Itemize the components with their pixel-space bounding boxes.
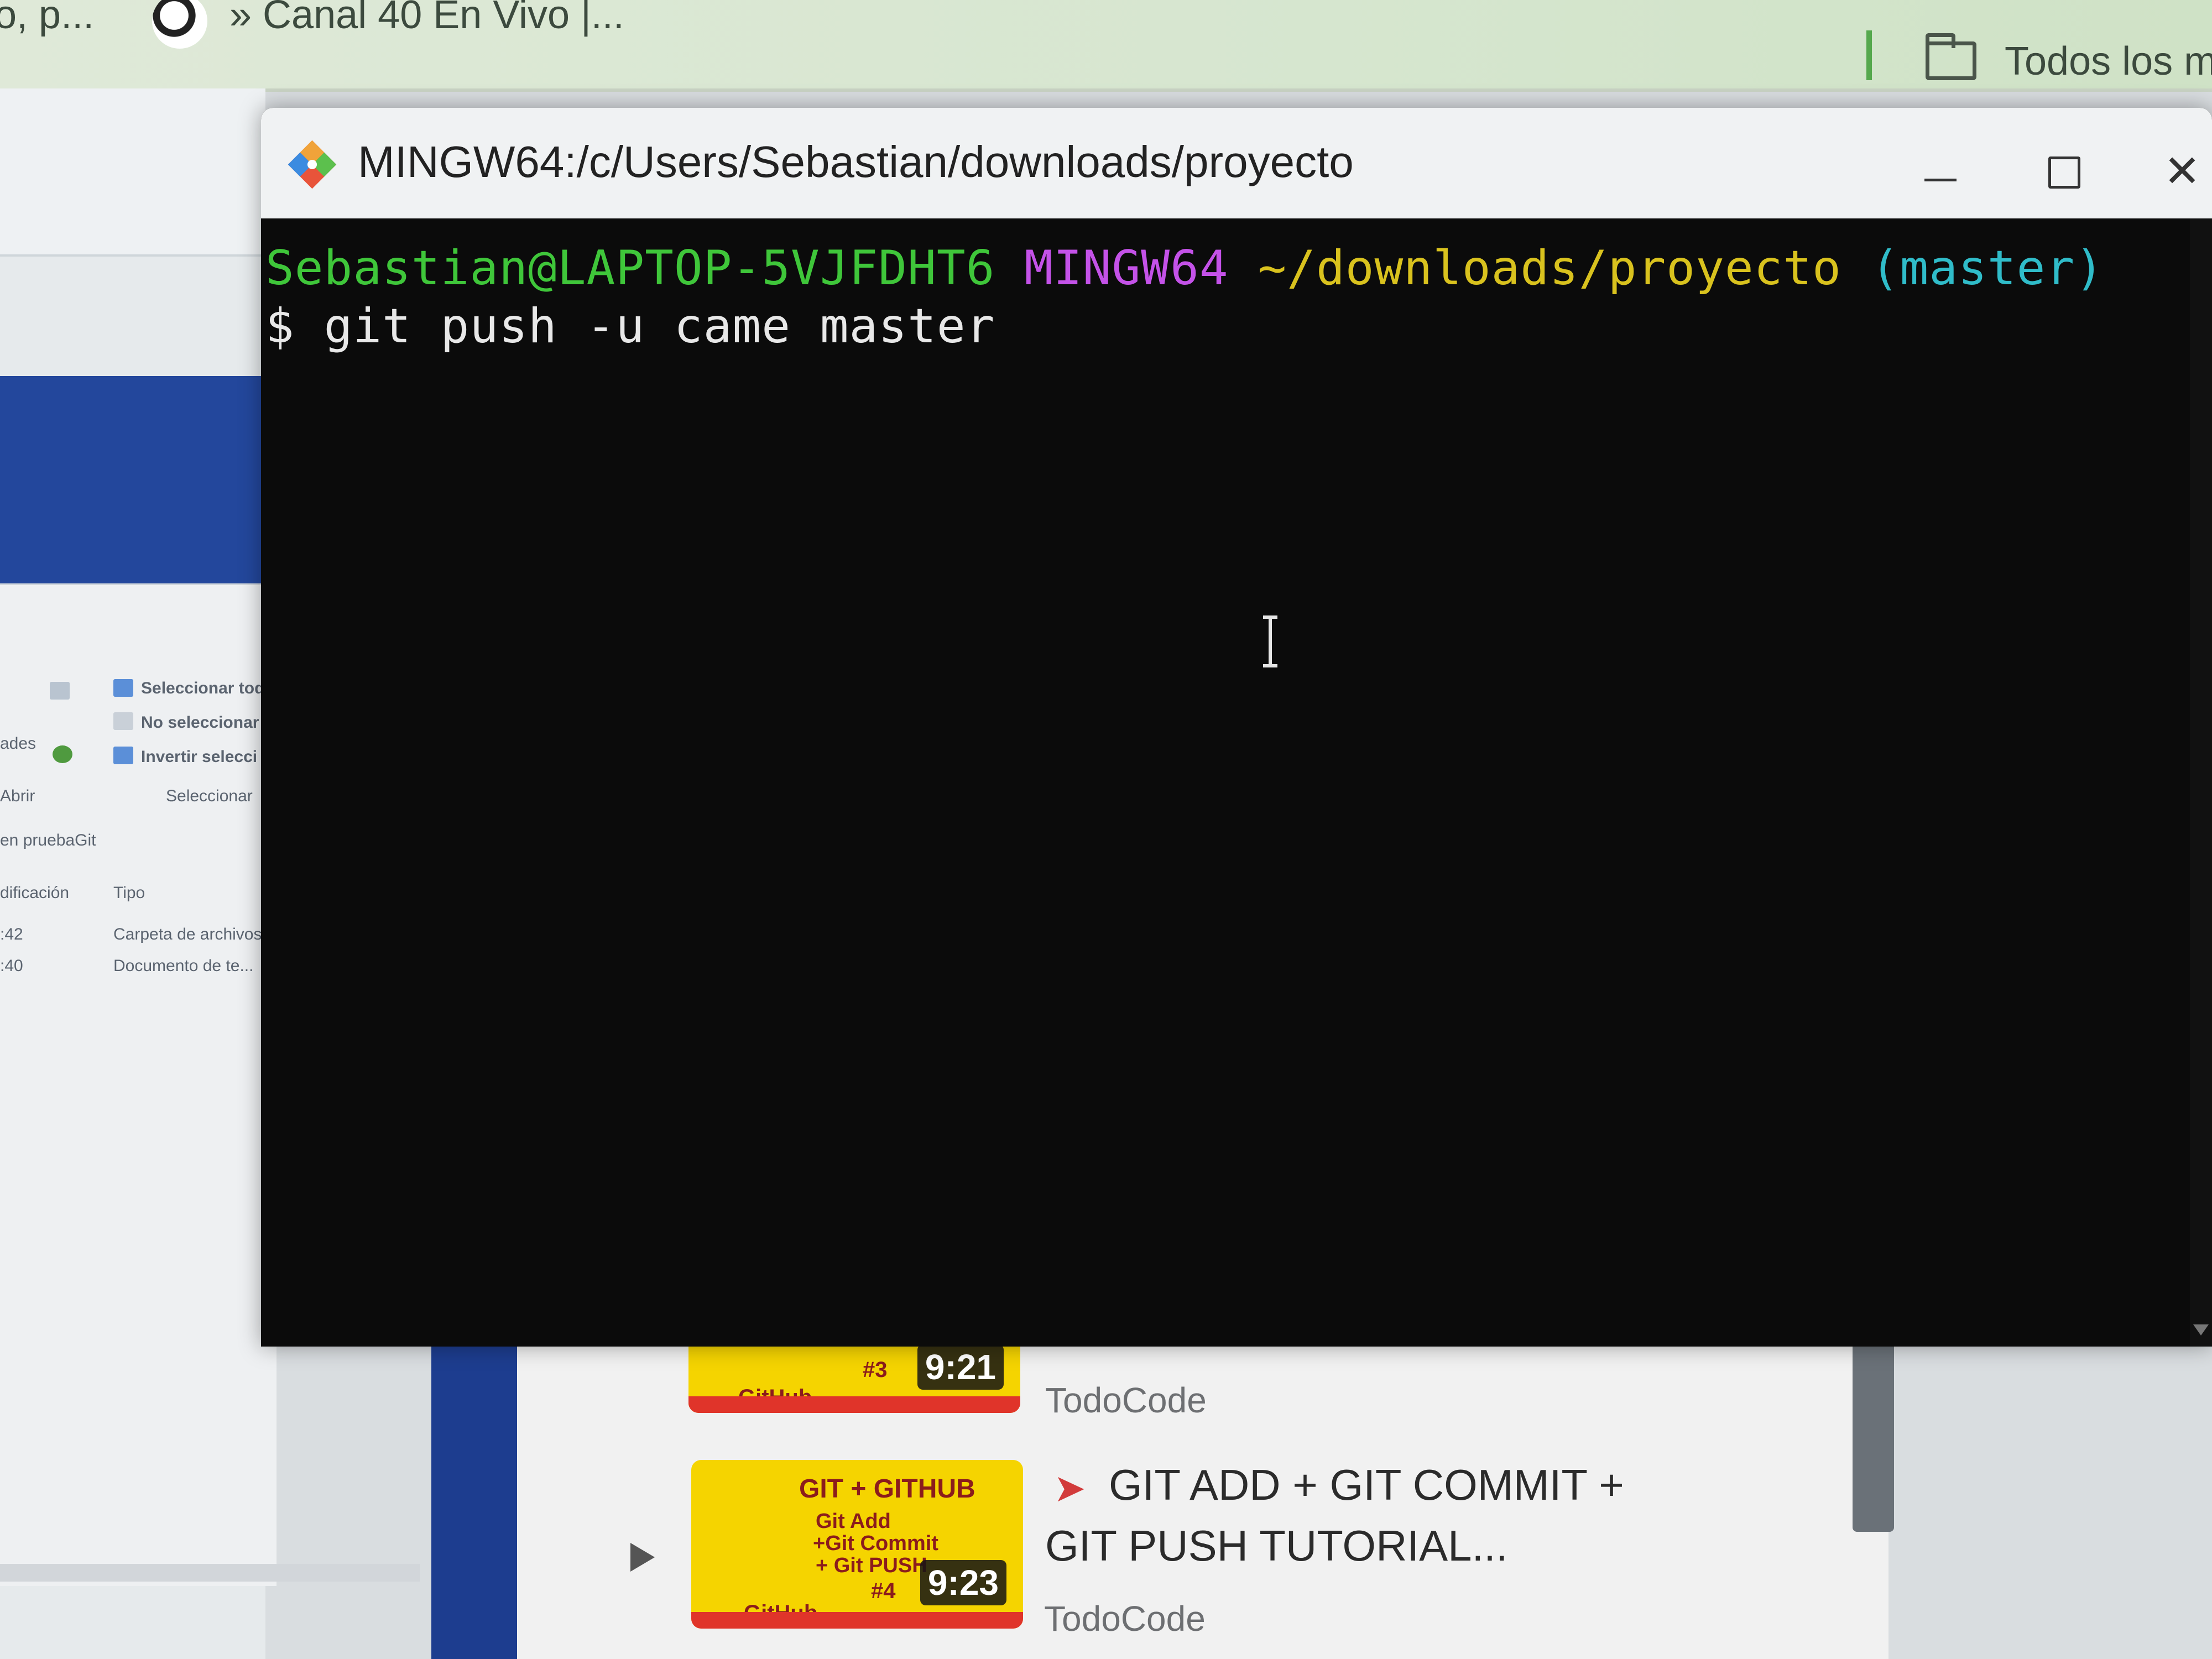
- prompt-path: ~/downloads/proyecto: [1258, 241, 1841, 296]
- prompt-symbol: $: [265, 299, 295, 354]
- ribbon-group-open: Abrir: [0, 787, 35, 805]
- search-location[interactable]: en pruebaGit: [0, 831, 96, 850]
- bookmarks-bar: o, p... » Canal 40 En Vivo |... Todos lo…: [0, 0, 2212, 92]
- minimize-button[interactable]: [1908, 147, 1974, 202]
- soccer-ball-icon: [152, 0, 207, 49]
- select-none-button[interactable]: No seleccionar n: [141, 713, 274, 732]
- column-modified[interactable]: dificación: [0, 884, 69, 902]
- scroll-down-icon[interactable]: [2193, 1324, 2209, 1335]
- thumbnail-line: +Git Commit: [813, 1532, 938, 1555]
- channel-name[interactable]: TodoCode: [1045, 1380, 1207, 1421]
- select-all-button[interactable]: Seleccionar todo: [141, 679, 275, 698]
- prompt-user-host: Sebastian@LAPTOP-5VJFDHT6: [265, 241, 995, 296]
- thumbnail-line: + Git PUSH: [816, 1554, 927, 1577]
- background-window-header: [0, 88, 265, 257]
- channel-name[interactable]: TodoCode: [1044, 1598, 1206, 1639]
- row-modified[interactable]: :40: [0, 957, 23, 975]
- video-duration: 9:23: [920, 1560, 1006, 1605]
- bookmark-truncated[interactable]: o, p...: [0, 0, 94, 38]
- git-bash-window[interactable]: MINGW64:/c/Users/Sebastian/downloads/pro…: [261, 108, 2212, 1347]
- invert-selection-button[interactable]: Invertir selecci: [141, 748, 257, 766]
- thumbnail-title: GIT + GITHUB: [799, 1474, 975, 1504]
- video-title[interactable]: GIT PUSH TUTORIAL...: [1045, 1521, 1508, 1571]
- command-text: git push -u came master: [324, 299, 995, 354]
- row-type[interactable]: Documento de te...: [113, 957, 253, 975]
- video-thumbnail[interactable]: GIT + GITHUB Git Add +Git Commit + Git P…: [691, 1460, 1023, 1629]
- invert-selection-icon: [113, 747, 133, 764]
- bookmark-canal-40[interactable]: » Canal 40 En Vivo |...: [229, 0, 624, 38]
- shell-prompt: Sebastian@LAPTOP-5VJFDHT6 MINGW64 ~/down…: [265, 241, 2104, 296]
- select-none-icon: [113, 712, 133, 730]
- window-title: MINGW64:/c/Users/Sebastian/downloads/pro…: [358, 137, 1354, 186]
- thumbnail-progress: [688, 1396, 1020, 1413]
- git-bash-icon: [288, 140, 337, 189]
- bookmark-all-folder[interactable]: Todos los m: [2005, 39, 2212, 84]
- video-duration: 9:21: [917, 1344, 1004, 1390]
- thumbnail-number: #3: [863, 1358, 888, 1382]
- ribbon-group-select: Seleccionar: [166, 787, 253, 805]
- prompt-branch: (master): [1870, 241, 2104, 296]
- page-scrollbar[interactable]: [1853, 1338, 1894, 1532]
- prompt-system: MINGW64: [1024, 241, 1229, 296]
- window-titlebar[interactable]: MINGW64:/c/Users/Sebastian/downloads/pro…: [261, 108, 2212, 218]
- rocket-icon: ➤: [1053, 1467, 1086, 1510]
- command-line[interactable]: $ git push -u came master: [265, 299, 995, 354]
- maximize-button[interactable]: [2031, 141, 2097, 202]
- terminal-scrollbar[interactable]: [2190, 218, 2212, 1347]
- select-all-icon: [113, 679, 133, 697]
- properties-label: ades: [0, 734, 36, 753]
- file-explorer-window: Seleccionar todo No seleccionar n Invert…: [0, 583, 420, 1586]
- play-icon: [630, 1543, 655, 1572]
- thumbnail-number: #4: [871, 1579, 896, 1603]
- thumbnail-line: Git Add: [816, 1510, 891, 1533]
- row-type[interactable]: Carpeta de archivos: [113, 925, 262, 944]
- column-type[interactable]: Tipo: [113, 884, 145, 902]
- bookmarks-divider: [1866, 30, 1872, 80]
- video-title[interactable]: GIT ADD + GIT COMMIT +: [1109, 1460, 1624, 1510]
- folder-icon[interactable]: [1926, 33, 1976, 80]
- text-cursor-icon: [1263, 615, 1277, 667]
- thumbnail-progress: [691, 1612, 1023, 1629]
- close-button[interactable]: ✕: [2152, 141, 2212, 202]
- row-modified[interactable]: :42: [0, 925, 23, 944]
- horizontal-scrollbar[interactable]: [0, 1564, 420, 1582]
- open-icon[interactable]: [50, 682, 70, 700]
- history-icon[interactable]: [53, 745, 72, 763]
- terminal-output[interactable]: Sebastian@LAPTOP-5VJFDHT6 MINGW64 ~/down…: [261, 218, 2212, 1347]
